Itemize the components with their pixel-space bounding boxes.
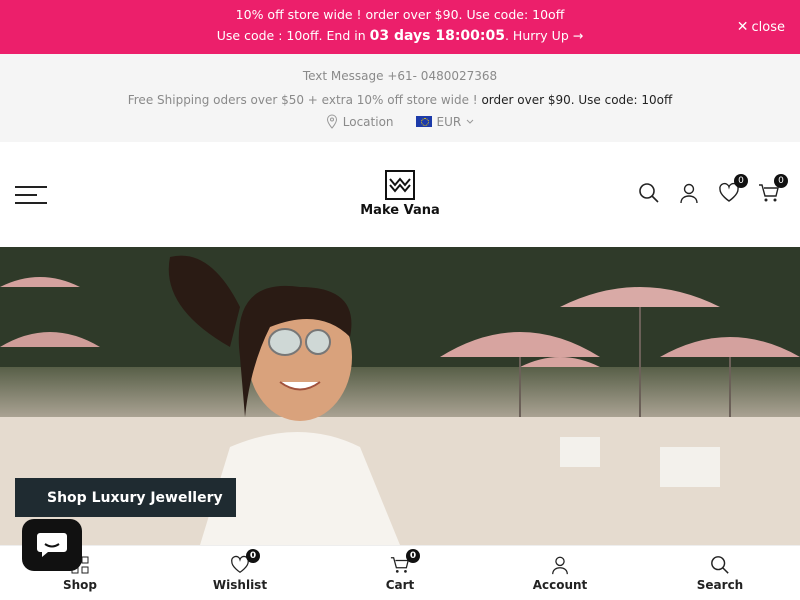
currency-label: EUR [436, 114, 462, 129]
nav-cart-label: Cart [385, 577, 415, 592]
countdown-timer: 03 days 18:00:05 [369, 28, 505, 44]
currency-selector[interactable]: EUR [415, 114, 475, 129]
hamburger-menu-icon[interactable] [15, 186, 47, 204]
nav-cart[interactable]: 0 Cart [320, 546, 480, 600]
nav-wishlist-label: Wishlist [212, 577, 268, 592]
location-label: Location [342, 114, 394, 129]
nav-wishlist[interactable]: 0 Wishlist [160, 546, 320, 600]
nav-wishlist-count: 0 [246, 548, 260, 563]
phone-text: Text Message +61- 0480027368 [302, 69, 498, 83]
logo[interactable]: Make Vana [358, 170, 442, 222]
promo-text-2: Use code : 10off. End in 03 days 18:00:0… [0, 28, 800, 44]
location-link[interactable]: Location [326, 114, 394, 129]
chat-bubble-icon [37, 533, 67, 557]
info-bar: Text Message +61- 0480027368 Free Shippi… [0, 54, 800, 142]
close-icon: ✕ [736, 19, 749, 35]
cart-icon: 0 [390, 548, 420, 575]
chevron-down-icon [466, 119, 474, 124]
menu-line [15, 202, 47, 204]
nav-account[interactable]: Account [480, 546, 640, 600]
menu-line [15, 194, 37, 196]
page: 10% off store wide ! order over $90. Use… [0, 0, 800, 600]
nav-shop-label: Shop [62, 577, 98, 592]
wishlist-count-badge: 0 [734, 174, 748, 188]
cart-count-badge: 0 [774, 174, 788, 188]
menu-line [15, 186, 47, 188]
shop-luxury-jewellery-button[interactable]: Shop Luxury Jewellery [15, 478, 236, 517]
nav-account-label: Account [532, 577, 588, 592]
header-icons: 0 0 [638, 174, 788, 204]
nav-cart-count: 0 [406, 548, 420, 563]
promo-code-text: Use code : 10off. End in [216, 28, 370, 43]
logo-text: Make Vana [360, 203, 440, 218]
site-header: Make Vana 0 0 [0, 142, 800, 247]
shipping-prefix: Free Shipping oders over $50 + extra 10%… [127, 93, 482, 107]
location-pin-icon [326, 114, 337, 129]
account-icon[interactable] [678, 182, 700, 204]
shipping-text: Free Shipping oders over $50 + extra 10%… [0, 93, 800, 107]
chat-button[interactable] [22, 519, 82, 571]
nav-search[interactable]: Search [640, 546, 800, 600]
hurry-up-link[interactable]: . Hurry Up → [505, 28, 583, 43]
close-label: close [751, 19, 785, 35]
bottom-nav: Shop 0 Wishlist 0 Cart Account Search [0, 545, 800, 600]
eu-flag-icon [415, 116, 432, 127]
nav-search-label: Search [696, 577, 744, 592]
heart-icon: 0 [230, 548, 260, 575]
locale-row: Location EUR [0, 114, 800, 129]
promo-close-button[interactable]: ✕ close [737, 19, 785, 35]
shipping-highlight: order over $90. Use code: 10off [481, 93, 673, 107]
user-icon [550, 555, 570, 575]
search-icon [710, 555, 730, 575]
search-icon[interactable] [638, 182, 660, 204]
wishlist-icon[interactable]: 0 [718, 174, 748, 204]
logo-mark-icon [385, 170, 415, 200]
promo-text-1: 10% off store wide ! order over $90. Use… [235, 7, 565, 22]
cart-icon[interactable]: 0 [758, 174, 788, 204]
promo-bar: 10% off store wide ! order over $90. Use… [0, 0, 800, 54]
